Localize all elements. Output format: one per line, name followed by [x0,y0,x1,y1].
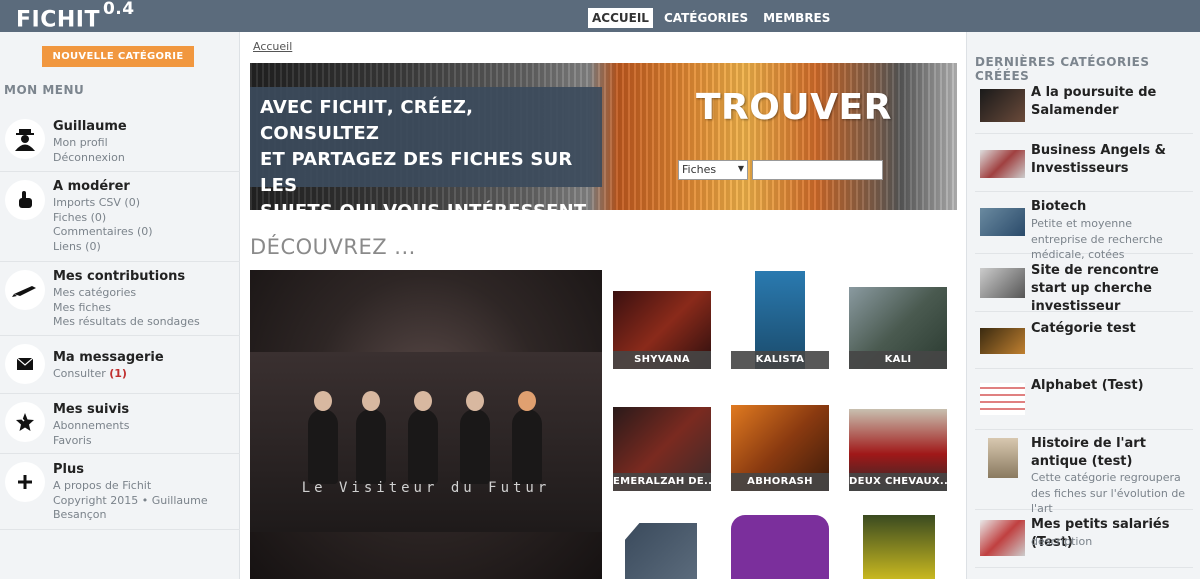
menu-title-user[interactable]: Guillaume [53,119,127,134]
link-mes-sondages[interactable]: Mes résultats de sondages [53,315,200,330]
recent-category-item[interactable]: A la poursuite de Salamender [975,78,1193,134]
thumb-shyvana[interactable]: SHYVANA [613,271,711,369]
menu-title-plus[interactable]: Plus [53,462,84,477]
category-thumbnail [988,438,1018,478]
chevron-down-icon: ▼ [737,164,744,173]
tab-accueil[interactable]: ACCUEIL [588,8,653,28]
featured-caption: Le Visiteur du Futur [301,480,551,496]
category-thumbnail [980,150,1025,178]
thumb-abhorash[interactable]: ABHORASH [731,393,829,491]
thumb-kalista[interactable]: KALISTA [731,271,829,369]
category-thumbnail [980,383,1025,415]
category-thumbnail [980,268,1025,298]
link-consulter[interactable]: Consulter (1) [53,367,127,382]
banner-textbox: AVEC FICHIT, CRÉEZ, CONSULTEZ ET PARTAGE… [250,87,602,210]
hero-banner: AVEC FICHIT, CRÉEZ, CONSULTEZ ET PARTAGE… [250,63,957,210]
thumb-purple-app[interactable] [731,515,829,579]
thumb-kali[interactable]: KALI [849,271,947,369]
right-sidebar: DERNIÈRES CATÉGORIES CRÉÉES A la poursui… [966,32,1200,579]
star-icon [5,402,45,442]
envelope-icon [5,344,45,384]
recent-category-item[interactable]: Mes petits salariés (Test) description [975,510,1193,568]
menu-title-messagerie[interactable]: Ma messagerie [53,350,164,365]
app-logo[interactable]: FICHIT 0.4 [16,0,135,32]
category-thumbnail [980,520,1025,556]
link-imports-csv[interactable]: Imports CSV (0) [53,196,153,211]
link-mes-fiches[interactable]: Mes fiches [53,301,200,316]
discover-heading: DÉCOUVREZ ... [250,235,416,259]
recent-category-item[interactable]: Business Angels & Investisseurs [975,134,1193,192]
category-thumbnail [980,328,1025,354]
main-nav: ACCUEIL CATÉGORIES MEMBRES [588,8,841,28]
category-thumbnail [980,208,1025,236]
thumb-yellow-poster[interactable] [849,515,947,579]
banner-slogan: AVEC FICHIT, CRÉEZ, CONSULTEZ ET PARTAGE… [260,97,586,210]
menu-heading: MON MENU [4,83,85,97]
search-input[interactable] [752,160,883,180]
link-abonnements[interactable]: Abonnements [53,419,129,434]
menu-section-messagerie: Ma messagerie Consulter (1) [0,336,240,394]
menu-title-contributions[interactable]: Mes contributions [53,269,185,284]
link-liens[interactable]: Liens (0) [53,240,153,255]
link-fiches[interactable]: Fiches (0) [53,211,153,226]
copyright-text: Copyright 2015 • Guillaume [53,493,208,507]
new-category-button[interactable]: NOUVELLE CATÉGORIE [42,46,194,67]
menu-title-suivis[interactable]: Mes suivis [53,402,129,417]
breadcrumb[interactable]: Accueil [253,40,292,53]
link-mes-categories[interactable]: Mes catégories [53,286,200,301]
link-commentaires[interactable]: Commentaires (0) [53,225,153,240]
main-content: Accueil AVEC FICHIT, CRÉEZ, CONSULTEZ ET… [240,32,966,579]
thumb-emeralzah[interactable]: EMERALZAH DE... [613,393,711,491]
left-sidebar: NOUVELLE CATÉGORIE MON MENU Guillaume Mo… [0,32,240,579]
recent-category-item[interactable]: Site de rencontre start up cherche inves… [975,254,1193,314]
top-bar: FICHIT 0.4 ACCUEIL CATÉGORIES MEMBRES [0,0,1200,32]
menu-section-suivis: Mes suivis Abonnements Favoris [0,394,240,454]
menu-section-contributions: Mes contributions Mes catégories Mes fic… [0,262,240,336]
recent-category-item[interactable]: Catégorie test [975,312,1193,369]
menu-section-profile: Guillaume Mon profil Déconnexion [0,114,240,172]
link-mon-profil[interactable]: Mon profil [53,136,125,151]
user-silhouette-icon [5,119,45,159]
pointing-hand-icon [5,180,45,220]
recent-category-item[interactable]: Histoire de l'art antique (test) Cette c… [975,430,1193,515]
tab-categories[interactable]: CATÉGORIES [660,8,752,28]
pen-icon [5,270,45,310]
link-deconnexion[interactable]: Déconnexion [53,151,125,166]
search-heading: TROUVER [696,87,892,128]
tab-membres[interactable]: MEMBRES [759,8,834,28]
plus-icon [5,462,45,502]
thumb-fichit-logo[interactable] [613,515,711,579]
menu-section-plus: Plus A propos de Fichit Copyright 2015 •… [0,454,240,530]
link-a-propos[interactable]: A propos de Fichit [53,479,208,494]
menu-title-moderation[interactable]: A modérer [53,179,130,194]
thumb-deux-chevaux[interactable]: DEUX CHEVAUX... [849,393,947,491]
search-type-select[interactable]: Fiches ▼ [678,160,748,180]
unread-count-badge: (1) [109,367,127,380]
recent-category-item[interactable]: Biotech Petite et moyenne entreprise de … [975,192,1193,261]
recent-category-item[interactable]: Alphabet (Test) [975,369,1193,430]
featured-image-backdrop [250,352,602,532]
link-favoris[interactable]: Favoris [53,434,129,449]
featured-category-image[interactable]: Le Visiteur du Futur [250,270,602,579]
menu-section-moderation: A modérer Imports CSV (0) Fiches (0) Com… [0,172,240,262]
category-thumbnail [980,89,1025,122]
copyright-text-2: Besançon [53,508,107,522]
